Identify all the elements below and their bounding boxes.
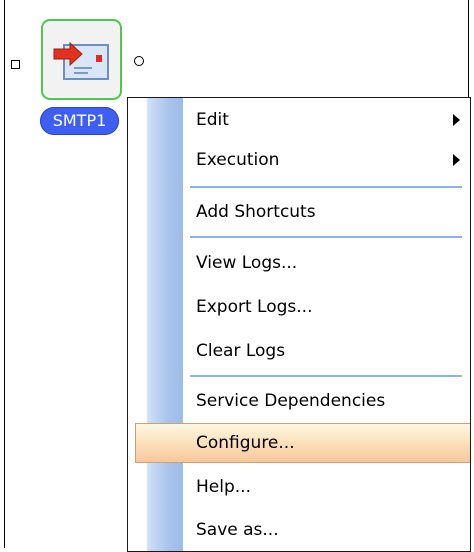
node-label[interactable]: SMTP1 <box>40 107 119 135</box>
menu-item-service-dependencies[interactable]: Service Dependencies <box>128 379 470 423</box>
menu-item-label: Execution <box>196 150 280 170</box>
mail-service-icon <box>53 41 109 80</box>
menu-separator <box>190 186 462 188</box>
menu-item-label: Configure... <box>196 433 295 453</box>
menu-item-label: Clear Logs <box>196 341 286 361</box>
output-port[interactable] <box>134 56 144 66</box>
submenu-arrow-icon <box>453 114 460 126</box>
menu-item-edit[interactable]: Edit <box>128 98 470 142</box>
menu-item-clear-logs[interactable]: Clear Logs <box>128 329 470 373</box>
menu-item-label: Export Logs... <box>196 297 313 317</box>
menu-item-label: Edit <box>196 110 229 130</box>
menu-item-view-logs[interactable]: View Logs... <box>128 241 470 285</box>
menu-item-label: Service Dependencies <box>196 391 386 411</box>
menu-item-help[interactable]: Help... <box>128 465 470 509</box>
menu-item-label: Add Shortcuts <box>196 202 316 222</box>
menu-item-execution[interactable]: Execution <box>128 138 470 182</box>
menu-item-export-logs[interactable]: Export Logs... <box>128 285 470 329</box>
menu-item-label: Save as... <box>196 520 279 540</box>
menu-item-add-shortcuts[interactable]: Add Shortcuts <box>128 190 470 234</box>
menu-item-label: View Logs... <box>196 253 298 273</box>
input-port[interactable] <box>11 60 20 69</box>
submenu-arrow-icon <box>453 154 460 166</box>
menu-item-configure[interactable]: Configure... <box>135 423 470 463</box>
menu-item-save-as[interactable]: Save as... <box>128 508 470 551</box>
menu-separator <box>190 236 462 238</box>
smtp-node[interactable] <box>41 19 122 100</box>
menu-item-label: Help... <box>196 477 251 497</box>
context-menu: Edit Execution Add Shortcuts View Logs..… <box>127 97 471 552</box>
menu-separator <box>190 375 462 377</box>
